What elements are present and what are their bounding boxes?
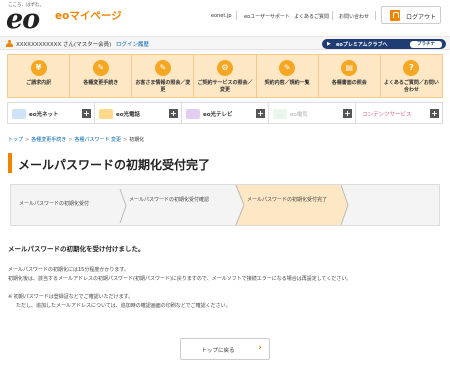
menu-item-label: よくあるご質問／お問い合わせ: [383, 80, 439, 93]
pencil-icon: ✎: [154, 60, 171, 76]
menu-item-label: 各種変更手続き: [83, 80, 119, 86]
menu-item-contract-services[interactable]: ⚙ ご契約サービスの照会／変更: [194, 55, 257, 97]
plus-icon[interactable]: +: [430, 109, 439, 118]
service-label: eo光電話: [116, 112, 141, 118]
document-icon: ▤: [341, 60, 358, 76]
eo-phone-icon: [99, 109, 113, 119]
menu-item-contract-terms[interactable]: ✎ 契約内容／規約一覧: [257, 55, 319, 97]
step-chevron-icon: [341, 185, 349, 225]
service-eo-electric[interactable]: eo電気 +: [269, 103, 356, 123]
page-title: メールパスワードの初期化受付完了: [18, 158, 211, 172]
service-contents[interactable]: コンテンツサービス +: [356, 103, 442, 123]
plus-icon[interactable]: +: [82, 109, 91, 118]
breadcrumb-current: 初期化: [129, 137, 145, 143]
service-eo-net[interactable]: eo光ネット +: [8, 103, 95, 123]
chevron-right-icon: ›: [258, 343, 262, 353]
arrow-right-icon: ▶: [327, 41, 331, 47]
back-to-top-button[interactable]: トップに戻る ›: [180, 338, 270, 360]
menu-item-documents[interactable]: ▤ 各種書面の照会: [319, 55, 381, 97]
service-label: eo光ネット: [29, 112, 59, 118]
eo-net-icon: [12, 109, 26, 119]
service-eo-phone[interactable]: eo光電話 +: [95, 103, 182, 123]
breadcrumb-separator: >: [25, 137, 30, 143]
nav-divider: [375, 11, 376, 20]
main-menu: ¥ ご請求内訳 ✎ 各種変更手続き ✎ お客さま情報の照会／変更 ⚙ ご契約サー…: [7, 54, 443, 98]
message-paragraph: メールパスワードの初期化には15分程度かかります。: [8, 267, 129, 273]
menu-item-billing[interactable]: ¥ ご請求内訳: [8, 55, 71, 97]
rank-badge: プラチナ: [410, 40, 442, 48]
nav-divider: [236, 11, 237, 20]
step-chevron-icon: [235, 185, 245, 225]
service-label: eo電気: [290, 112, 308, 118]
menu-item-label: お客さま情報の照会／変更: [135, 80, 191, 93]
question-icon: ?: [403, 60, 420, 76]
back-to-top-label: トップに戻る: [201, 348, 235, 354]
plus-icon[interactable]: +: [169, 109, 178, 118]
completion-heading: メールパスワードの初期化を受け付けました。: [8, 245, 145, 253]
title-accent-bar: [8, 153, 12, 173]
breadcrumb-top[interactable]: トップ: [8, 137, 23, 143]
breadcrumb-procedures[interactable]: 各種変更手続き: [31, 137, 66, 143]
breadcrumb-password-change[interactable]: 各種パスワード 変更: [74, 137, 121, 143]
login-history-link[interactable]: ログイン履歴: [116, 40, 149, 48]
eo-tv-icon: [186, 109, 200, 119]
gear-icon: ⚙: [216, 60, 233, 76]
plus-icon[interactable]: +: [256, 109, 265, 118]
nav-eonet[interactable]: eonet.jp: [211, 13, 232, 19]
message-paragraph: 初期化後は、該当するメールアドレスの初期パスワード(初期パスワード)に戻りますの…: [8, 276, 352, 282]
user-icon: [6, 40, 13, 47]
eo-electric-icon: [273, 109, 287, 119]
service-bar: eo光ネット + eo光電話 + eo光テレビ + eo電気 + コンテンツサー…: [7, 102, 443, 124]
plus-icon[interactable]: +: [343, 109, 352, 118]
breadcrumb-separator: >: [123, 137, 128, 143]
eo-logo[interactable]: eo: [6, 6, 40, 33]
menu-item-customer-info[interactable]: ✎ お客さま情報の照会／変更: [132, 55, 195, 97]
premium-club-link[interactable]: ▶ eoプレミアムクラブへ プラチナ: [322, 39, 446, 49]
nav-eo-user-support[interactable]: eoユーザーサポート: [244, 13, 290, 20]
breadcrumb: トップ > 各種変更手続き > 各種パスワード 変更 > 初期化: [8, 136, 144, 143]
service-label: eo光テレビ: [203, 112, 233, 118]
yen-icon: ¥: [30, 60, 47, 76]
step-2: メールパスワードの初期化受付確認: [129, 197, 210, 203]
menu-item-label: ご契約サービスの照会／変更: [197, 80, 253, 93]
site-header: こころ、はずむ。 eo eoマイページ eonet.jp eoユーザーサポート …: [0, 0, 450, 34]
menu-item-label: ご請求内訳: [26, 80, 52, 86]
lock-icon: [390, 10, 400, 21]
progress-steps: メールパスワードの初期化受付 メールパスワードの初期化受付確認 メールパスワード…: [10, 184, 440, 226]
service-label: コンテンツサービス: [362, 112, 412, 118]
pencil-icon: ✎: [92, 60, 109, 76]
service-eo-tv[interactable]: eo光テレビ +: [182, 103, 269, 123]
pencil-icon: ✎: [279, 60, 296, 76]
menu-item-label: 各種書面の照会: [331, 80, 367, 86]
user-name: XXXXXXXXXXXX さん(マスター会員): [16, 42, 112, 48]
menu-item-faq-contact[interactable]: ? よくあるご質問／お問い合わせ: [381, 55, 442, 97]
step-3-current: メールパスワードの初期化受付完了: [247, 197, 328, 203]
step-1: メールパスワードの初期化受付: [19, 201, 90, 207]
nav-faq[interactable]: よくあるご質問: [294, 13, 329, 20]
nav-divider: [332, 11, 333, 20]
menu-item-procedures[interactable]: ✎ 各種変更手続き: [70, 55, 133, 97]
message-note: ※ 初期パスワードは登録証などでご確認いただけます。: [8, 294, 134, 300]
step-chevron-icon: [119, 189, 127, 223]
mypage-logo[interactable]: eoマイページ: [55, 11, 122, 22]
page-title-block: メールパスワードの初期化受付完了: [8, 151, 442, 175]
logout-label: ログアウト: [406, 14, 437, 21]
premium-club-label: eoプレミアムクラブへ: [336, 41, 388, 48]
menu-item-label: 契約内容／規約一覧: [264, 80, 310, 86]
logout-button[interactable]: ログアウト: [381, 6, 441, 24]
user-bar: XXXXXXXXXXXX さん(マスター会員) ログイン履歴 ▶ eoプレミアム…: [0, 36, 450, 50]
nav-contact[interactable]: お問い合わせ: [339, 13, 369, 20]
message-note: ただし、追加したメールアドレスについては、追加時の確認画面の印刷などでご確認くだ…: [16, 303, 231, 309]
